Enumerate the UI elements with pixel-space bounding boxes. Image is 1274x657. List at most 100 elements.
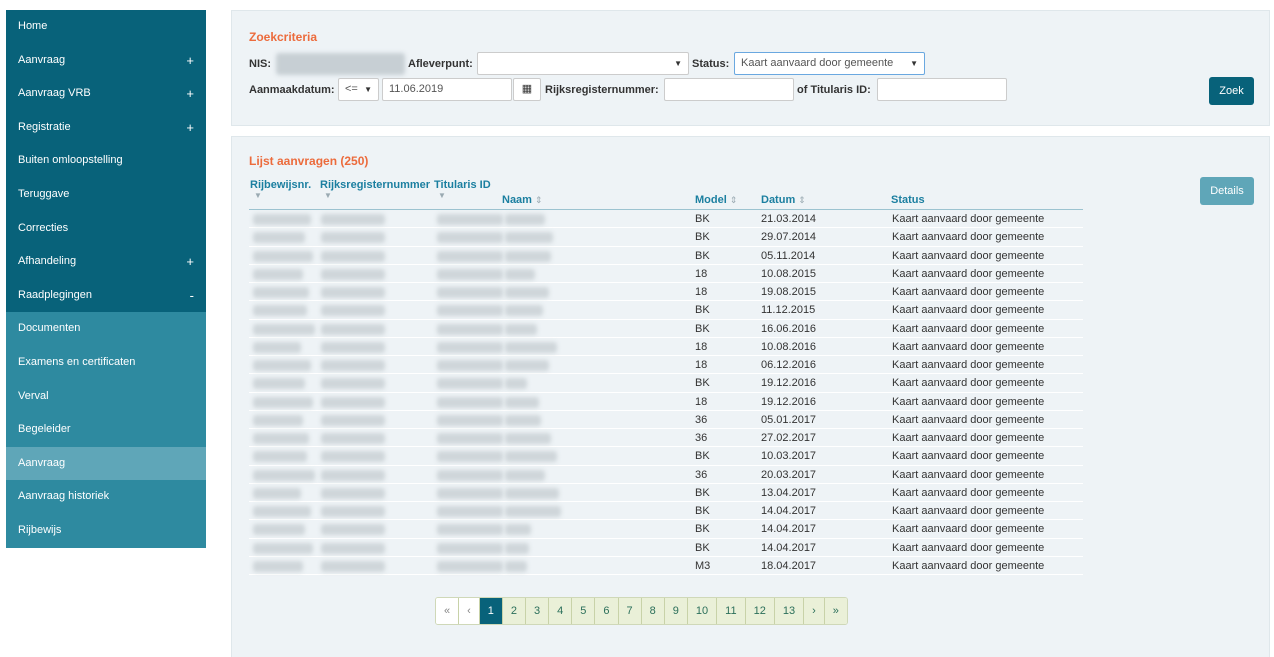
cell-model: BK <box>695 450 710 463</box>
expand-icon[interactable]: + <box>186 44 194 78</box>
date-operator-select[interactable]: <= ▼ <box>338 78 379 101</box>
afleverpunt-select[interactable]: ▼ <box>477 52 689 75</box>
table-row[interactable]: 18 10.08.2015 Kaart aanvaard door gemeente <box>249 264 1083 283</box>
sidebar-item-label: Examens en certificaten <box>18 355 136 368</box>
page-button[interactable]: 1 <box>479 598 503 624</box>
page-button[interactable]: 9 <box>664 598 688 624</box>
column-naam[interactable]: Naam ⇕ <box>502 194 543 206</box>
column-model[interactable]: Model ⇕ <box>695 194 737 206</box>
table-row[interactable]: 18 19.08.2015 Kaart aanvaard door gemeente <box>249 283 1083 302</box>
redacted-cell <box>505 250 551 262</box>
cell-model: BK <box>695 213 710 225</box>
date-input[interactable]: 11.06.2019 <box>382 78 512 101</box>
table-row[interactable]: 18 19.12.2016 Kaart aanvaard door gemeente <box>249 392 1083 411</box>
table-row[interactable]: BK 19.12.2016 Kaart aanvaard door gemeente <box>249 374 1083 393</box>
search-button[interactable]: Zoek <box>1209 77 1254 105</box>
sidebar-item-aanvraag-historiek[interactable]: Aanvraag historiek <box>6 480 206 514</box>
collapse-icon[interactable]: - <box>190 279 194 313</box>
cell-status: Kaart aanvaard door gemeente <box>892 304 1045 317</box>
sidebar-item-documenten[interactable]: Documenten <box>6 312 206 346</box>
cell-model: 36 <box>695 468 708 481</box>
table-row[interactable]: BK 21.03.2014 Kaart aanvaard door gemeente <box>249 210 1083 229</box>
table-row[interactable]: 36 20.03.2017 Kaart aanvaard door gemeente <box>249 465 1083 484</box>
table-row[interactable]: BK 16.06.2016 Kaart aanvaard door gemeente <box>249 319 1083 338</box>
page-button[interactable]: 7 <box>618 598 642 624</box>
redacted-cell <box>253 341 301 353</box>
cell-model: 36 <box>695 413 708 426</box>
first-page-button[interactable]: « <box>436 598 460 624</box>
details-button[interactable]: Details <box>1200 177 1254 205</box>
prev-page-button[interactable]: ‹ <box>459 598 480 624</box>
table-row[interactable]: BK 29.07.2014 Kaart aanvaard door gemeente <box>249 228 1083 247</box>
column-status[interactable]: Status <box>891 194 925 206</box>
table-row[interactable]: 36 27.02.2017 Kaart aanvaard door gemeente <box>249 429 1083 448</box>
table-row[interactable]: BK 11.12.2015 Kaart aanvaard door gemeente <box>249 301 1083 320</box>
sort-down-icon[interactable]: ▼ <box>324 191 332 200</box>
column-rijbewijsnr[interactable]: Rijbewijsnr. <box>250 179 311 191</box>
pagination: «‹ 1 2 3 4 5 6 7 8 9 10 11 12 13 ›» <box>435 597 848 625</box>
table-row[interactable]: 18 10.08.2016 Kaart aanvaard door gemeente <box>249 337 1083 356</box>
column-datum[interactable]: Datum ⇕ <box>761 194 806 206</box>
cell-datum: 10.08.2016 <box>761 340 817 353</box>
expand-icon[interactable]: + <box>186 245 194 279</box>
table-row[interactable]: 36 05.01.2017 Kaart aanvaard door gemeente <box>249 410 1083 429</box>
sidebar-item-begeleider[interactable]: Begeleider <box>6 413 206 447</box>
column-titularis[interactable]: Titularis ID <box>434 179 491 191</box>
redacted-cell <box>505 214 545 225</box>
sidebar-item-examens-en-certificaten[interactable]: Examens en certificaten <box>6 345 206 380</box>
table-row[interactable]: BK 05.11.2014 Kaart aanvaard door gemeente <box>249 246 1083 265</box>
page-button[interactable]: 4 <box>549 598 573 624</box>
last-page-button[interactable]: » <box>824 598 847 624</box>
page-button[interactable]: 2 <box>502 598 527 624</box>
table-row[interactable]: 18 06.12.2016 Kaart aanvaard door gemeente <box>249 356 1083 375</box>
sidebar-item-aanvraag[interactable]: Aanvraag <box>6 446 206 481</box>
sort-down-icon[interactable]: ▼ <box>438 191 446 200</box>
page-button[interactable]: 13 <box>774 598 805 624</box>
sidebar-item-teruggave[interactable]: Teruggave <box>6 178 206 212</box>
redacted-cell <box>321 360 385 371</box>
page-button[interactable]: 10 <box>687 598 718 624</box>
sidebar-item-correcties[interactable]: Correcties <box>6 212 206 246</box>
calendar-button[interactable]: ▦ <box>513 78 541 101</box>
cell-status: Kaart aanvaard door gemeente <box>892 450 1045 463</box>
page-button[interactable]: 8 <box>641 598 665 624</box>
page-button[interactable]: 6 <box>595 598 619 624</box>
results-panel: Lijst aanvragen (250) Details Rijbewijsn… <box>231 136 1270 657</box>
sidebar-item-aanvraag[interactable]: Aanvraag + <box>6 44 206 78</box>
page-button[interactable]: 12 <box>745 598 775 624</box>
next-page-button[interactable]: › <box>804 598 825 624</box>
redacted-cell <box>505 542 529 554</box>
sidebar-item-registratie[interactable]: Registratie + <box>6 111 206 145</box>
redacted-cell <box>437 378 503 390</box>
table-row[interactable]: BK 13.04.2017 Kaart aanvaard door gemeente <box>249 483 1083 502</box>
sidebar-item-verval[interactable]: Verval <box>6 379 206 414</box>
sidebar-item-raadplegingen[interactable]: Raadplegingen - <box>6 279 206 313</box>
table-row[interactable]: BK 14.04.2017 Kaart aanvaard door gemeente <box>249 520 1083 539</box>
sidebar-item-buiten-omloopstelling[interactable]: Buiten omloopstelling <box>6 144 206 178</box>
redacted-cell <box>321 451 385 463</box>
nis-field-redacted[interactable] <box>276 53 405 75</box>
cell-model: BK <box>695 322 710 335</box>
expand-icon[interactable]: + <box>186 77 194 111</box>
page-button[interactable]: 5 <box>572 598 596 624</box>
sort-down-icon[interactable]: ▼ <box>254 191 262 200</box>
sidebar-item-aanvraag-vrb[interactable]: Aanvraag VRB + <box>6 77 206 111</box>
table-row[interactable]: BK 10.03.2017 Kaart aanvaard door gemeente <box>249 447 1083 466</box>
redacted-cell <box>437 341 503 353</box>
cell-datum: 29.07.2014 <box>761 231 817 244</box>
table-row[interactable]: M3 18.04.2017 Kaart aanvaard door gemeente <box>249 556 1083 575</box>
titularis-input[interactable] <box>877 78 1007 101</box>
table-row[interactable]: BK 14.04.2017 Kaart aanvaard door gemeente <box>249 502 1083 521</box>
status-select[interactable]: Kaart aanvaard door gemeente ▼ <box>734 52 925 75</box>
redacted-cell <box>321 560 385 572</box>
sidebar-item-rijbewijs[interactable]: Rijbewijs <box>6 513 206 548</box>
page-button[interactable]: 11 <box>717 598 746 624</box>
page-button[interactable]: 3 <box>526 598 550 624</box>
column-rijksregisternummer[interactable]: Rijksregisternummer <box>320 179 430 191</box>
rijksregister-input[interactable] <box>664 78 794 101</box>
cell-status: Kaart aanvaard door gemeente <box>892 541 1045 554</box>
table-row[interactable]: BK 14.04.2017 Kaart aanvaard door gemeente <box>249 538 1083 557</box>
expand-icon[interactable]: + <box>186 111 194 145</box>
sidebar-item-home[interactable]: Home <box>6 10 206 44</box>
sidebar-item-afhandeling[interactable]: Afhandeling + <box>6 245 206 279</box>
